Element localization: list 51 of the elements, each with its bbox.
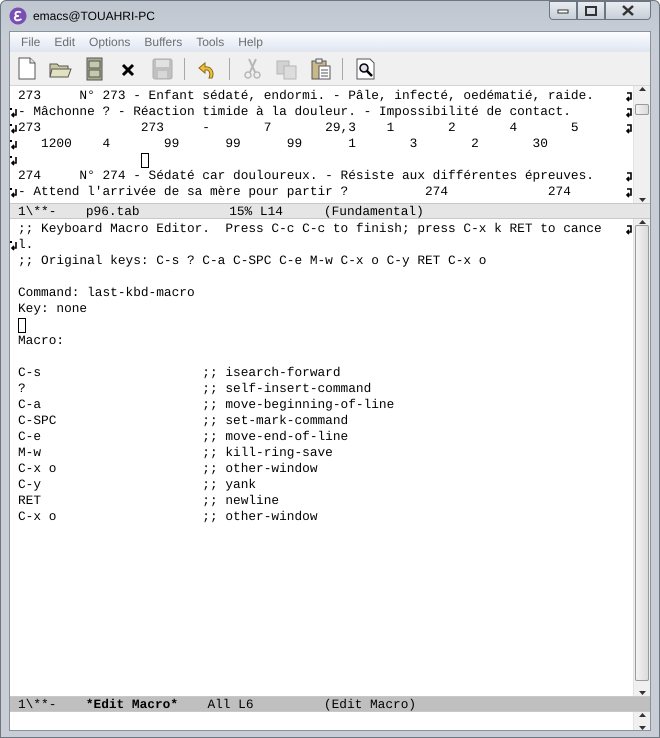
text-line: C-x o ;; other-window xyxy=(18,461,318,477)
text-line: Command: last-kbd-macro xyxy=(18,285,196,301)
text-line: C-a ;; move-beginning-of-line xyxy=(18,397,396,413)
text-line: 273 273 - 7 29,3 1 2 4 5 xyxy=(18,120,580,136)
buffer-name: *Edit Macro* xyxy=(86,697,178,711)
text-line: 1200 4 99 99 99 1 3 2 30 xyxy=(40,136,549,152)
text-line: C-e ;; move-end-of-line xyxy=(18,429,350,445)
text-line: C-x o ;; other-window xyxy=(18,509,318,525)
close-button[interactable] xyxy=(605,1,651,20)
text-line: ;; Keyboard Macro Editor. Press C-c C-c to finish; press C-x k RET to cance xyxy=(18,221,603,237)
maximize-button[interactable] xyxy=(577,1,605,20)
buffer-name: p96.tab xyxy=(86,204,140,218)
maximize-icon xyxy=(585,6,597,16)
scroll-thumb[interactable] xyxy=(635,225,649,681)
text-line: ? ;; self-insert-command xyxy=(18,381,372,397)
menu-item[interactable]: Help xyxy=(231,32,270,50)
scrollbar[interactable] xyxy=(633,219,650,696)
text-line: - Attend l'arrivée de sa mère pour partir ? 274 274 xyxy=(18,184,572,200)
menu-item[interactable]: File xyxy=(14,32,48,50)
menu-item[interactable]: Buffers xyxy=(137,32,190,50)
mode-line-status: 1\**- xyxy=(18,204,56,218)
text-line: 274 N° 274 - Sédaté car douloureux. - Résiste aux différentes épreuves. xyxy=(18,168,595,184)
minimize-button[interactable] xyxy=(549,1,577,20)
scrollbar[interactable] xyxy=(633,86,650,203)
scroll-thumb[interactable] xyxy=(635,104,649,115)
text-line: l. xyxy=(18,237,34,253)
menu-item[interactable]: Options xyxy=(82,32,138,50)
text-line: Key: none xyxy=(18,301,88,317)
menu-item[interactable]: Edit xyxy=(47,32,82,50)
window-title: emacs@TOUAHRI-PC xyxy=(33,8,155,25)
text-line: 273 N° 273 - Enfant sédaté, endormi. - Pâle, infecté, oedématié, raide. xyxy=(18,88,595,104)
major-mode: (Edit Macro) xyxy=(324,697,416,711)
buffer-position: 15% L14 xyxy=(229,204,283,218)
menu-item[interactable]: Tools xyxy=(189,32,232,50)
text-line: - Mâchonne ? - Réaction timide à la douleur. - Impossibilité de contact. xyxy=(18,104,572,120)
text-line: Macro: xyxy=(18,333,66,349)
scroll-down-icon[interactable] xyxy=(638,725,646,730)
app-icon xyxy=(9,7,27,25)
text-line: C-y ;; yank xyxy=(18,477,258,493)
buffer-position: All L6 xyxy=(207,697,254,711)
minimize-icon xyxy=(557,8,569,14)
text-line: ;; Original keys: C-s ? C-a C-SPC C-e M-w C-x o C-y RET C-x o xyxy=(18,253,488,269)
text-line: C-s ;; isearch-forward xyxy=(18,365,342,381)
close-icon xyxy=(621,5,635,16)
floppy-icon xyxy=(150,56,174,82)
text-line: M-w ;; kill-ring-save xyxy=(18,445,334,461)
major-mode: (Fundamental) xyxy=(324,204,424,218)
scrollbar[interactable] xyxy=(633,712,650,730)
mode-line-status: 1\**- xyxy=(18,697,56,711)
text-line: RET ;; newline xyxy=(18,493,280,509)
text-line: C-SPC ;; set-mark-command xyxy=(18,413,350,429)
